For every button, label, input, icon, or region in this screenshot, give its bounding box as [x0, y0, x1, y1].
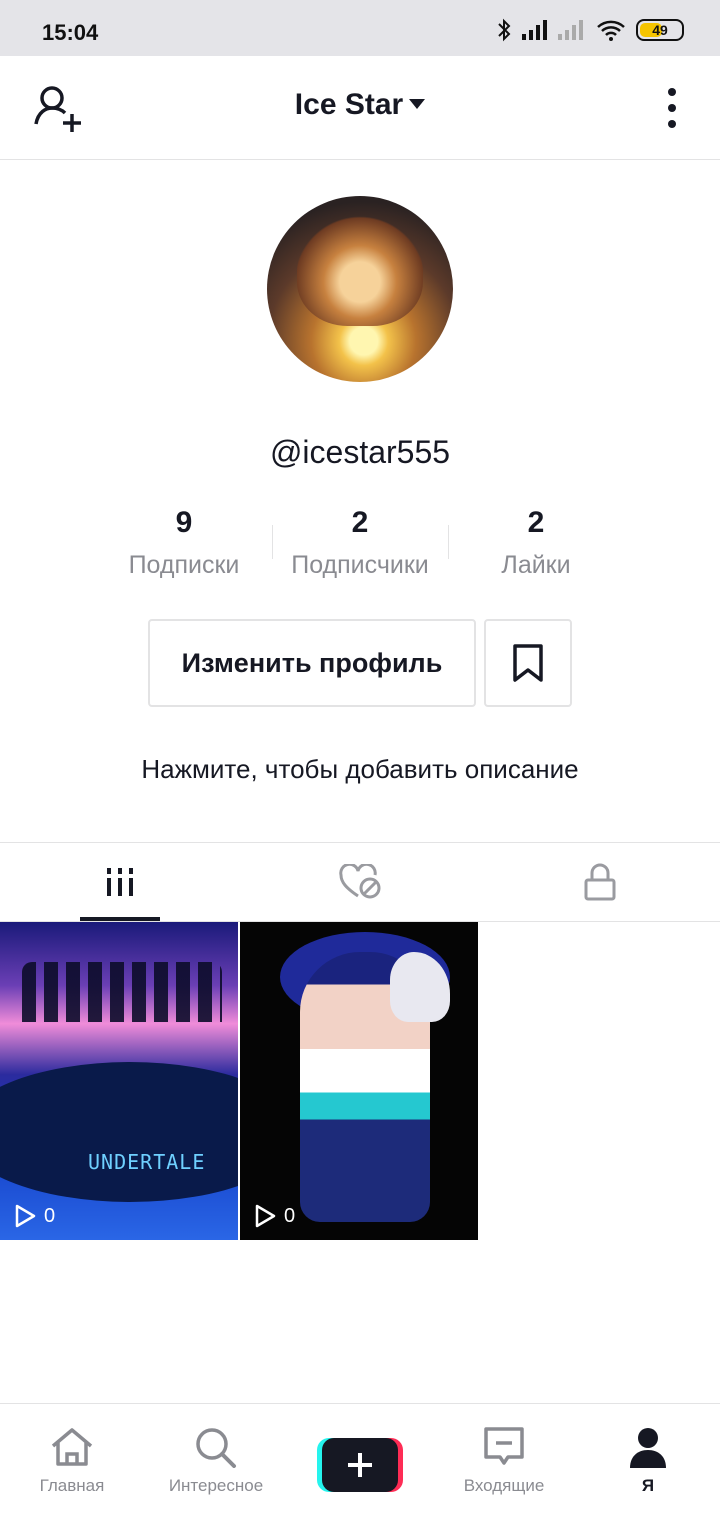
username: @icestar555 — [269, 434, 451, 470]
page-title: Ice Star — [294, 88, 404, 121]
battery-icon: 49 — [636, 19, 684, 41]
favorites-button[interactable] — [484, 619, 572, 707]
view-count: 0 — [254, 1204, 295, 1228]
stat-followers[interactable]: 2 Подписчики — [272, 505, 448, 580]
wifi-icon — [597, 20, 625, 41]
stat-value: 2 — [351, 506, 369, 539]
nav-discover[interactable]: Интересное — [144, 1404, 288, 1520]
bookmark-icon — [513, 644, 543, 682]
status-time: 15:04 — [42, 20, 99, 45]
bio-placeholder[interactable]: Нажмите, чтобы добавить описание — [0, 754, 720, 785]
video-grid: UNDERTALE 0 0 — [0, 922, 720, 1240]
bluetooth-icon — [498, 18, 511, 42]
nav-create[interactable] — [288, 1404, 432, 1520]
profile-stats: 9 Подписки 2 Подписчики 2 Лайки — [96, 505, 624, 580]
tab-liked[interactable] — [240, 843, 480, 921]
nav-label: Главная — [39, 1476, 105, 1495]
tab-videos[interactable] — [0, 843, 240, 921]
stat-value: 9 — [175, 506, 193, 539]
stat-label: Лайки — [501, 551, 571, 579]
play-icon — [255, 1204, 276, 1228]
nav-label: Интересное — [168, 1476, 264, 1495]
profile-icon — [630, 1428, 666, 1468]
plus-icon — [348, 1453, 372, 1477]
bottom-navigation: Главная Интересное Входящие Я — [0, 1403, 720, 1520]
view-count-value: 0 — [284, 1204, 296, 1227]
stat-following[interactable]: 9 Подписки — [96, 505, 272, 580]
battery-level: 49 — [652, 22, 668, 38]
profile-header: Ice Star — [0, 56, 720, 160]
chevron-down-icon — [409, 99, 426, 109]
tab-private[interactable] — [480, 843, 720, 921]
play-icon — [15, 1204, 36, 1228]
video-thumbnail[interactable]: 0 — [240, 922, 478, 1240]
stat-label: Подписчики — [291, 551, 429, 579]
home-icon — [51, 1428, 93, 1466]
search-icon — [196, 1428, 236, 1468]
inbox-icon — [484, 1427, 524, 1465]
liked-hidden-icon — [339, 864, 381, 899]
nav-profile[interactable]: Я — [576, 1404, 720, 1520]
status-icons: 49 — [496, 18, 684, 42]
stat-label: Подписки — [128, 551, 240, 579]
account-switcher[interactable]: Ice Star — [0, 88, 720, 122]
status-bar: 15:04 49 — [0, 0, 720, 56]
nav-inbox[interactable]: Входящие — [432, 1404, 576, 1520]
lock-icon — [584, 863, 616, 901]
content-tabs — [0, 842, 720, 922]
nav-label: Входящие — [463, 1476, 545, 1495]
nav-home[interactable]: Главная — [0, 1404, 144, 1520]
create-button[interactable] — [317, 1438, 403, 1492]
video-grid-icon — [107, 868, 133, 896]
edit-profile-button[interactable]: Изменить профиль — [148, 619, 476, 707]
thumbnail-caption-art: UNDERTALE — [88, 1150, 206, 1174]
signal-2-icon — [558, 20, 583, 40]
video-thumbnail[interactable]: UNDERTALE 0 — [0, 922, 238, 1240]
view-count-value: 0 — [44, 1204, 56, 1227]
signal-icon — [522, 20, 547, 40]
nav-label: Я — [641, 1476, 655, 1495]
avatar[interactable] — [267, 196, 453, 382]
stat-value: 2 — [527, 506, 545, 539]
stat-likes[interactable]: 2 Лайки — [448, 505, 624, 580]
view-count: 0 — [14, 1204, 55, 1228]
more-options-icon[interactable] — [660, 84, 684, 132]
